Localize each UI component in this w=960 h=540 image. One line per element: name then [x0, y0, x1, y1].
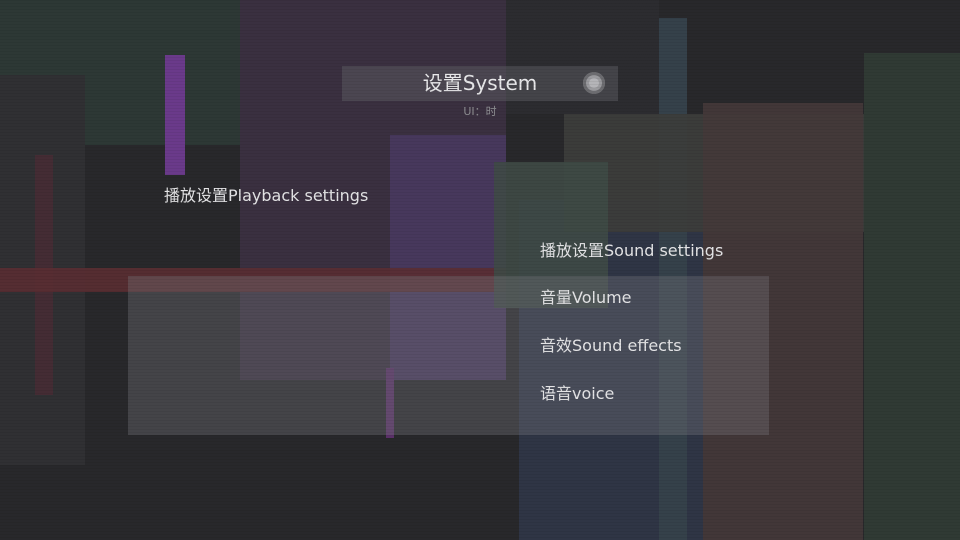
background-block [165, 55, 185, 175]
menu-item-voice[interactable]: 语音voice [540, 380, 614, 404]
menu-item-sound-effects[interactable]: 音效Sound effects [540, 332, 682, 356]
page-subtitle: UI：时 [463, 105, 497, 118]
title-bar: 设置System [342, 66, 618, 101]
background-block [864, 53, 960, 540]
settings-circle-icon[interactable] [583, 72, 605, 94]
menu-item-playback-settings[interactable]: 播放设置Playback settings [164, 182, 368, 206]
settings-screen: 设置System UI：时 播放设置Playback settings 播放设置… [0, 0, 960, 540]
menu-item-volume[interactable]: 音量Volume [540, 284, 632, 308]
menu-item-sound-settings[interactable]: 播放设置Sound settings [540, 237, 723, 261]
page-title: 设置System [422, 71, 538, 95]
